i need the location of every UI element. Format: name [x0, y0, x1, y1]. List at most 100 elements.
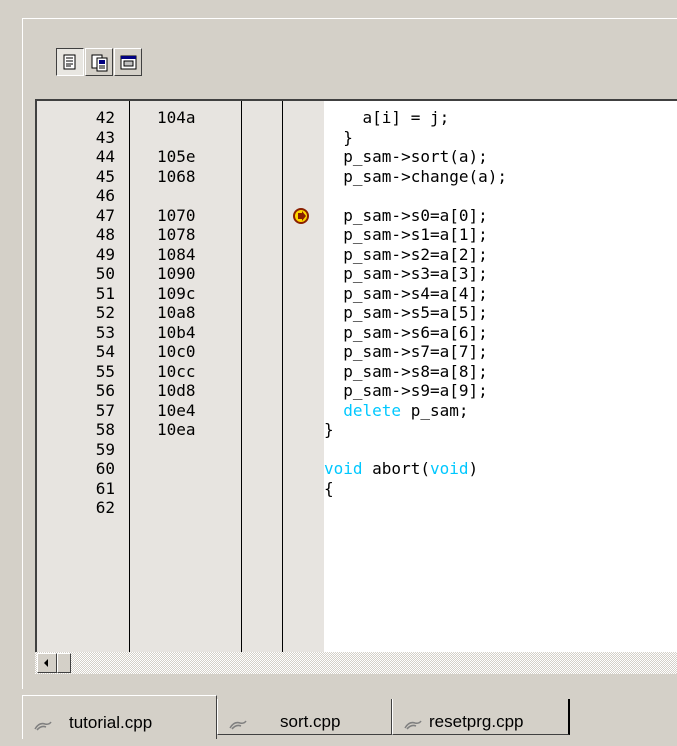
keyword: delete	[343, 400, 402, 420]
line-number: 48	[95, 225, 115, 244]
line-address: 105e	[157, 147, 196, 166]
source-line[interactable]: 54 10c0 p_sam->s7=a[7];	[37, 342, 677, 362]
line-address: 1084	[157, 244, 196, 264]
code-fragment: )	[468, 459, 479, 478]
line-address: 10b4	[157, 322, 196, 342]
source-view[interactable]: 42 104a a[i] = j; 43 } 44 105e p_sam->sort(a…	[35, 99, 677, 652]
line-number: 61	[95, 478, 115, 498]
window-left-edge	[0, 0, 22, 746]
mixed-mode-button[interactable]	[85, 48, 113, 76]
line-address: 109c	[157, 283, 196, 303]
line-address: 10a8	[157, 303, 196, 322]
code-text: p_sam->s4=a[4];	[324, 283, 488, 303]
code-text: p_sam->s5=a[5];	[324, 303, 488, 322]
code-text: p_sam->sort(a);	[324, 147, 488, 166]
tab-label: resetprg.cpp	[429, 712, 524, 731]
code-text: p_sam->change(a);	[324, 166, 508, 186]
line-number: 51	[95, 283, 115, 303]
code-text: p_sam->s8=a[8];	[324, 361, 488, 381]
line-number: 47	[95, 205, 115, 225]
code-text: p_sam->s3=a[3];	[324, 264, 488, 283]
code-text: p_sam->s6=a[6];	[324, 322, 488, 342]
line-address: 104a	[157, 108, 196, 127]
line-number: 42	[95, 108, 115, 127]
source-line[interactable]: 57 10e4 delete p_sam;	[37, 401, 677, 421]
editor-window: 42 104a a[i] = j; 43 } 44 105e p_sam->sort(a…	[0, 0, 677, 746]
source-mode-button[interactable]	[56, 48, 84, 76]
line-address: 10e4	[157, 400, 196, 420]
source-file-icon	[403, 709, 423, 743]
source-line[interactable]: 43 }	[37, 128, 677, 148]
code-text: a[i] = j;	[324, 108, 450, 127]
source-line[interactable]: 50 1090 p_sam->s3=a[3];	[37, 264, 677, 284]
line-number: 50	[95, 264, 115, 283]
window-top-edge	[0, 0, 677, 18]
source-line[interactable]: 60 void abort(void)	[37, 459, 677, 479]
source-line[interactable]: 47 1070 p_sam->s0=a[0];	[37, 206, 677, 226]
code-text: {	[324, 478, 334, 498]
line-number: 55	[95, 361, 115, 381]
source-file-icon	[228, 709, 248, 743]
program-counter-icon[interactable]	[293, 207, 309, 224]
tab-resetprg-cpp[interactable]: resetprg.cpp	[392, 699, 570, 735]
line-number: 52	[95, 303, 115, 322]
scroll-thumb[interactable]	[57, 653, 71, 673]
disassembly-mode-button[interactable]	[114, 48, 142, 76]
source-line[interactable]: 44 105e p_sam->sort(a);	[37, 147, 677, 167]
view-mode-toolbar	[32, 44, 672, 80]
line-address: 1070	[157, 205, 196, 225]
source-line[interactable]: 59	[37, 440, 677, 460]
line-number: 53	[95, 322, 115, 342]
code-text: void abort(void)	[324, 459, 478, 479]
code-text: }	[324, 127, 353, 147]
keyword: void	[429, 459, 469, 478]
source-line[interactable]: 55 10cc p_sam->s8=a[8];	[37, 362, 677, 382]
line-number: 56	[95, 381, 115, 400]
source-file-icon	[33, 710, 53, 744]
keyword: void	[324, 459, 363, 478]
source-line[interactable]: 56 10d8 p_sam->s9=a[9];	[37, 381, 677, 401]
source-line[interactable]: 53 10b4 p_sam->s6=a[6];	[37, 323, 677, 343]
source-line[interactable]: 61 {	[37, 479, 677, 499]
code-text: p_sam->s9=a[9];	[324, 381, 488, 400]
tab-tutorial-cpp[interactable]: tutorial.cpp	[22, 695, 217, 739]
code-text: p_sam->s2=a[2];	[324, 244, 488, 264]
source-line[interactable]: 51 109c p_sam->s4=a[4];	[37, 284, 677, 304]
line-number: 44	[95, 147, 115, 166]
tab-label: tutorial.cpp	[69, 713, 153, 732]
line-address: 10ea	[157, 420, 196, 439]
tab-sort-cpp[interactable]: sort.cpp	[217, 699, 392, 735]
source-line[interactable]: 52 10a8 p_sam->s5=a[5];	[37, 303, 677, 323]
line-address: 1068	[157, 166, 196, 186]
file-tab-bar: tutorial.cpp sort.cpp resetprg.cpp	[22, 695, 677, 746]
line-number: 45	[95, 166, 115, 186]
source-line[interactable]: 45 1068 p_sam->change(a);	[37, 167, 677, 187]
line-number: 58	[95, 420, 115, 439]
code-text: p_sam->s1=a[1];	[324, 225, 488, 244]
tab-label: sort.cpp	[280, 712, 341, 731]
line-number: 57	[95, 400, 115, 420]
line-address: 1090	[157, 264, 196, 283]
line-number: 43	[95, 127, 115, 147]
source-line[interactable]: 49 1084 p_sam->s2=a[2];	[37, 245, 677, 265]
line-number: 46	[95, 186, 115, 205]
line-number: 62	[95, 498, 115, 517]
code-text: }	[324, 420, 334, 439]
code-text: delete p_sam;	[324, 400, 468, 421]
source-line[interactable]: 58 10ea}	[37, 420, 677, 440]
horizontal-scrollbar[interactable]	[35, 652, 677, 674]
code-fragment: abort(	[362, 459, 430, 478]
line-address: 10d8	[157, 381, 196, 400]
source-line[interactable]: 42 104a a[i] = j;	[37, 108, 677, 128]
line-number: 60	[95, 459, 115, 478]
source-line[interactable]: 48 1078 p_sam->s1=a[1];	[37, 225, 677, 245]
code-text: p_sam->s0=a[0];	[324, 205, 488, 225]
scroll-left-button[interactable]	[37, 653, 57, 673]
line-address: 1078	[157, 225, 196, 244]
line-address: 10c0	[157, 342, 196, 361]
line-number: 49	[95, 244, 115, 264]
line-number: 54	[95, 342, 115, 361]
source-line[interactable]: 46	[37, 186, 677, 206]
line-number: 59	[95, 439, 115, 459]
source-line[interactable]: 62	[37, 498, 677, 518]
